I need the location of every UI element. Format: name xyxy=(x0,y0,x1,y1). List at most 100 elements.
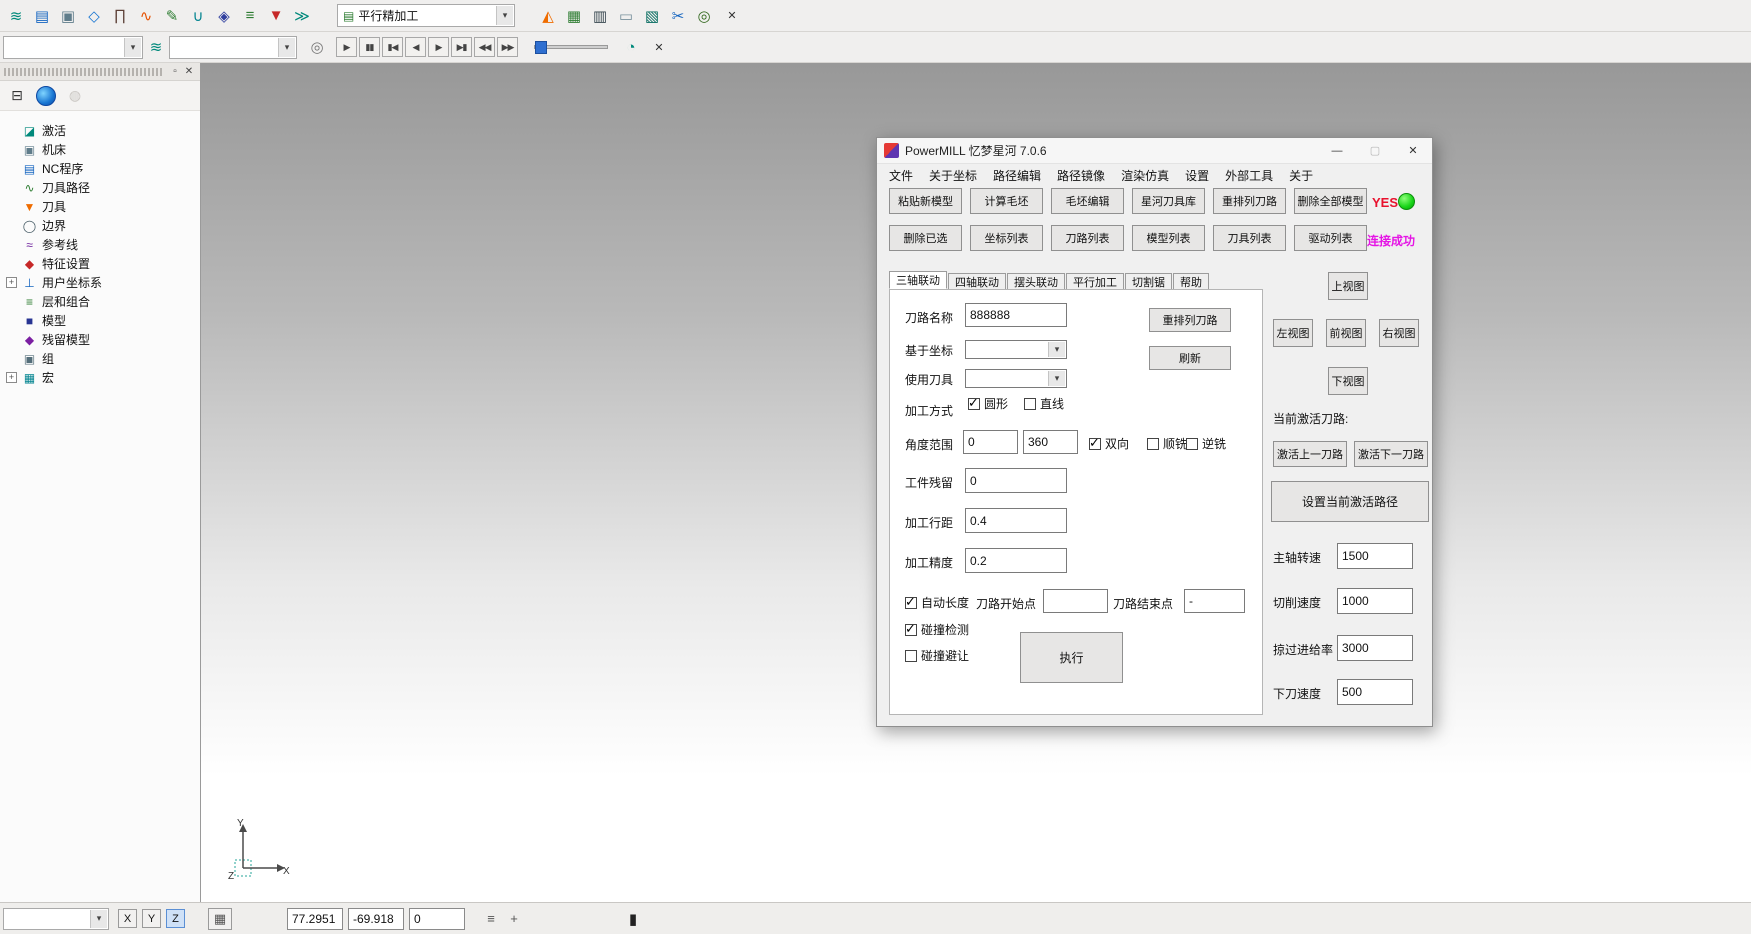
menu-external-tools[interactable]: 外部工具 xyxy=(1217,164,1281,187)
tree-item[interactable]: +⊥用户坐标系 xyxy=(6,273,200,292)
toolpath-name-input[interactable]: 888888 xyxy=(965,303,1067,327)
strategy-preset-dropdown[interactable]: ▤ 平行精加工 ▾ xyxy=(337,4,515,27)
climb-checkbox[interactable]: 顺铣 xyxy=(1147,435,1187,452)
rearrange-toolpaths-button[interactable]: 重排列刀路 xyxy=(1213,188,1286,214)
skim-feed-input[interactable]: 3000 xyxy=(1337,635,1413,661)
view-left-button[interactable]: 左视图 xyxy=(1273,319,1313,347)
close-button[interactable]: ✕ xyxy=(1394,138,1432,163)
z-axis-button[interactable]: Z xyxy=(166,909,185,928)
list-view-icon[interactable]: ≡ xyxy=(482,911,500,926)
coord-y-field[interactable]: -69.918 xyxy=(348,908,404,930)
step-forward-button[interactable]: ▶ xyxy=(428,37,449,57)
tree-item[interactable]: ■模型 xyxy=(6,311,200,330)
tab-help[interactable]: 帮助 xyxy=(1173,273,1209,289)
levels-edit-icon[interactable]: ≡ xyxy=(238,4,262,28)
tool-select[interactable]: ▾ xyxy=(965,369,1067,388)
block-icon[interactable]: ◇ xyxy=(82,4,106,28)
view-top-button[interactable]: 上视图 xyxy=(1328,272,1368,300)
rearrange-button[interactable]: 重排列刀路 xyxy=(1149,308,1231,332)
conventional-checkbox[interactable]: 逆铣 xyxy=(1186,435,1226,452)
tree-item[interactable]: ▼刀具 xyxy=(6,197,200,216)
probe-icon[interactable]: ◎ xyxy=(305,35,329,59)
globe-icon[interactable] xyxy=(34,84,58,108)
axes-icon[interactable]: + xyxy=(505,911,523,926)
circle-checkbox[interactable]: 圆形 xyxy=(968,395,1008,412)
chevron-down-icon[interactable]: ▾ xyxy=(90,910,107,928)
explorer-header[interactable]: ▫ ✕ xyxy=(0,63,200,81)
toolpath-list-button[interactable]: 刀路列表 xyxy=(1051,225,1124,251)
activate-next-button[interactable]: 激活下一刀路 xyxy=(1354,441,1428,467)
toolbar2-close-button[interactable]: ✕ xyxy=(650,38,668,56)
collision-avoid-checkbox[interactable]: 碰撞避让 xyxy=(905,647,969,664)
menu-coords[interactable]: 关于坐标 xyxy=(921,164,985,187)
calculator-icon[interactable]: ▥ xyxy=(588,4,612,28)
expand-icon[interactable]: + xyxy=(6,372,17,383)
toolpath-strategy-icon[interactable]: ∿ xyxy=(134,4,158,28)
expand-icon[interactable]: + xyxy=(6,277,17,288)
menu-file[interactable]: 文件 xyxy=(881,164,921,187)
print-icon[interactable]: ▣ xyxy=(56,4,80,28)
tab-parallel[interactable]: 平行加工 xyxy=(1066,273,1124,289)
tree-item[interactable]: ◆残留模型 xyxy=(6,330,200,349)
step-first-button[interactable]: ▮◀ xyxy=(382,37,403,57)
view-bottom-button[interactable]: 下视图 xyxy=(1328,367,1368,395)
tree-item[interactable]: ∿刀具路径 xyxy=(6,178,200,197)
dialog-titlebar[interactable]: PowerMILL 忆梦星河 7.0.6 — ▢ ✕ xyxy=(877,138,1432,164)
line-checkbox[interactable]: 直线 xyxy=(1024,395,1064,412)
tool-change-icon[interactable]: ▼ xyxy=(264,4,288,28)
spindle-speed-input[interactable]: 1500 xyxy=(1337,543,1413,569)
set-active-path-button[interactable]: 设置当前激活路径 xyxy=(1271,481,1429,522)
drag-grip[interactable] xyxy=(4,68,162,76)
menu-path-edit[interactable]: 路径编辑 xyxy=(985,164,1049,187)
pause-button[interactable]: ▮▮ xyxy=(359,37,380,57)
maximize-button[interactable]: ▢ xyxy=(1356,138,1394,163)
tab-head[interactable]: 摆头联动 xyxy=(1007,273,1065,289)
status-dropdown[interactable]: ▾ xyxy=(3,908,109,930)
coord-x-field[interactable]: 77.2951 xyxy=(287,908,343,930)
execute-button[interactable]: 执行 xyxy=(1020,632,1123,683)
toolpath-select-dropdown[interactable]: ▾ xyxy=(169,36,297,59)
stock-edit-button[interactable]: 毛坯编辑 xyxy=(1051,188,1124,214)
feature-icon[interactable]: ∏ xyxy=(108,4,132,28)
search-icon[interactable]: ◎ xyxy=(692,4,716,28)
compute-stock-button[interactable]: 计算毛坯 xyxy=(970,188,1043,214)
chevron-down-icon[interactable]: ▾ xyxy=(124,38,141,57)
menu-settings[interactable]: 设置 xyxy=(1177,164,1217,187)
simulation-slider[interactable] xyxy=(534,45,608,49)
statistics-icon[interactable]: ▦ xyxy=(562,4,586,28)
auto-length-checkbox[interactable]: 自动长度 xyxy=(905,594,969,611)
ruler-icon[interactable]: ▭ xyxy=(614,4,638,28)
step-back-button[interactable]: ◀ xyxy=(405,37,426,57)
tab-3axis[interactable]: 三轴联动 xyxy=(889,271,947,289)
paste-new-model-button[interactable]: 粘贴新模型 xyxy=(889,188,962,214)
delete-selected-button[interactable]: 删除已选 xyxy=(889,225,962,251)
coord-z-field[interactable]: 0 xyxy=(409,908,465,930)
chevron-down-icon[interactable]: ▾ xyxy=(1048,371,1065,386)
tree-item[interactable]: +▦宏 xyxy=(6,368,200,387)
boundary-icon[interactable]: ∪ xyxy=(186,4,210,28)
menu-render-sim[interactable]: 渲染仿真 xyxy=(1113,164,1177,187)
tolerance-input[interactable]: 0.2 xyxy=(965,548,1067,573)
screen-icon[interactable]: ▮ xyxy=(624,910,642,928)
coord-select[interactable]: ▾ xyxy=(965,340,1067,359)
start-point-input[interactable] xyxy=(1043,589,1108,613)
play-button[interactable]: ▶ xyxy=(336,37,357,57)
drive-list-button[interactable]: 驱动列表 xyxy=(1294,225,1367,251)
bidirectional-checkbox[interactable]: 双向 xyxy=(1089,435,1129,452)
view-front-button[interactable]: 前视图 xyxy=(1326,319,1366,347)
transform-icon[interactable]: ◈ xyxy=(212,4,236,28)
pattern-draw-icon[interactable]: ✎ xyxy=(160,4,184,28)
refresh-button[interactable]: 刷新 xyxy=(1149,346,1231,370)
mask-icon[interactable]: ◍ xyxy=(63,84,87,108)
tool-database-icon[interactable]: ◭ xyxy=(536,4,560,28)
y-axis-button[interactable]: Y xyxy=(142,909,161,928)
menu-about[interactable]: 关于 xyxy=(1281,164,1321,187)
close-panel-button[interactable]: ✕ xyxy=(182,65,196,79)
minimize-button[interactable]: — xyxy=(1318,138,1356,163)
step-last-button[interactable]: ▶▮ xyxy=(451,37,472,57)
x-axis-button[interactable]: X xyxy=(118,909,137,928)
plunge-speed-input[interactable]: 500 xyxy=(1337,679,1413,705)
chevron-down-icon[interactable]: ▾ xyxy=(496,6,513,25)
tab-4axis[interactable]: 四轴联动 xyxy=(948,273,1006,289)
tree-item[interactable]: ▣机床 xyxy=(6,140,200,159)
